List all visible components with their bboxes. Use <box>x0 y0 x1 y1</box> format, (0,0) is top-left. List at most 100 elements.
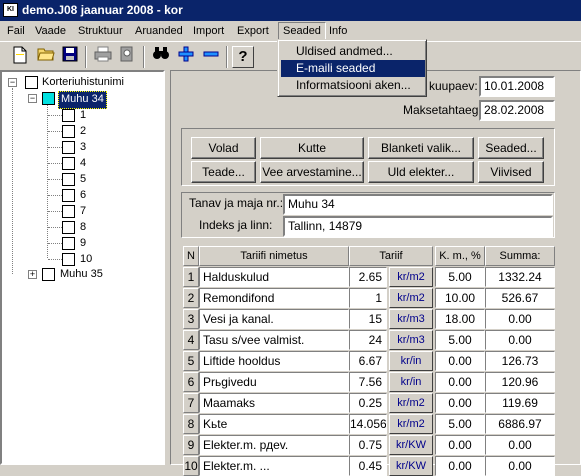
vat-cell[interactable]: 0.00 <box>435 435 485 455</box>
vat-cell[interactable]: 0.00 <box>435 372 485 392</box>
tree-node-apartment[interactable]: 1 <box>80 108 86 124</box>
unit-button[interactable]: kr/m2 <box>389 267 433 287</box>
minus-icon[interactable] <box>200 46 222 68</box>
tree-checkbox-apartment[interactable] <box>62 189 75 202</box>
tariff-value-cell[interactable]: 6.67 <box>349 351 387 371</box>
tree-checkbox-apartment[interactable] <box>62 173 75 186</box>
tree-panel[interactable]: − Korteriuhistunimi − Muhu 34 1234567891… <box>0 70 165 465</box>
vat-cell[interactable]: 5.00 <box>435 330 485 350</box>
tariff-value-cell[interactable]: 0.45 <box>349 456 387 476</box>
new-document-icon[interactable] <box>9 46 31 68</box>
tree-checkbox-apartment[interactable] <box>62 237 75 250</box>
unit-button[interactable]: kr/in <box>389 351 433 371</box>
open-folder-icon[interactable] <box>35 46 57 68</box>
menu-import[interactable]: Import <box>189 23 228 40</box>
tariff-value-cell[interactable]: 0.75 <box>349 435 387 455</box>
tree-checkbox-muhu34[interactable] <box>42 92 55 105</box>
teade-button[interactable]: Teade... <box>191 161 256 183</box>
unit-button[interactable]: kr/m3 <box>389 330 433 350</box>
tree-node-apartment[interactable]: 4 <box>80 156 86 172</box>
tariff-name-cell[interactable]: Kьte <box>199 414 349 434</box>
tariff-name-cell[interactable]: Remondifond <box>199 288 349 308</box>
tree-node-apartment[interactable]: 7 <box>80 204 86 220</box>
vee-arvestamine-button[interactable]: Vee arvestamine... <box>260 161 364 183</box>
kutte-arvestamine-button[interactable]: Kutte arvestamine... <box>260 137 364 175</box>
tree-node-apartment[interactable]: 5 <box>80 172 86 188</box>
preview-icon[interactable] <box>116 46 138 68</box>
print-icon[interactable] <box>92 46 114 68</box>
help-icon[interactable]: ? <box>232 46 254 68</box>
unit-button[interactable]: kr/m2 <box>389 393 433 413</box>
tariff-value-cell[interactable]: 14.056 <box>349 414 387 434</box>
collapse-icon[interactable]: − <box>28 94 37 103</box>
street-field[interactable]: Muhu 34 <box>283 194 553 215</box>
tree-node-apartment[interactable]: 3 <box>80 140 86 156</box>
menu-struktuur[interactable]: Struktuur <box>74 23 127 40</box>
vat-cell[interactable]: 0.00 <box>435 351 485 371</box>
tariff-value-cell[interactable]: 2.65 <box>349 267 387 287</box>
tariff-value-cell[interactable]: 0.25 <box>349 393 387 413</box>
tariff-name-cell[interactable]: Prьgivedu <box>199 372 349 392</box>
tree-checkbox-apartment[interactable] <box>62 253 75 266</box>
kuupaev-field[interactable]: 10.01.2008 <box>479 76 555 97</box>
tariff-value-cell[interactable]: 15 <box>349 309 387 329</box>
menu-item-email-seaded[interactable]: E-maili seaded <box>281 60 425 77</box>
tree-node-muhu35[interactable]: Muhu 35 <box>60 267 103 283</box>
index-field[interactable]: Tallinn, 14879 <box>283 216 553 237</box>
plus-icon[interactable] <box>175 46 197 68</box>
vat-cell[interactable]: 10.00 <box>435 288 485 308</box>
tree-node-apartment[interactable]: 10 <box>80 252 92 268</box>
tree-node-apartment[interactable]: 8 <box>80 220 86 236</box>
tree-node-apartment[interactable]: 9 <box>80 236 86 252</box>
seaded-button[interactable]: Seaded... <box>478 137 544 159</box>
unit-button[interactable]: kr/m2 <box>389 288 433 308</box>
tree-checkbox-apartment[interactable] <box>62 221 75 234</box>
unit-button[interactable]: kr/KW <box>389 435 433 455</box>
unit-button[interactable]: kr/KW <box>389 456 433 476</box>
tree-checkbox-muhu35[interactable] <box>42 268 55 281</box>
tree-checkbox-apartment[interactable] <box>62 141 75 154</box>
tariff-name-cell[interactable]: Liftide hooldus <box>199 351 349 371</box>
expand-icon[interactable]: + <box>28 270 37 279</box>
blanketi-valik-button[interactable]: Blanketi valik... <box>368 137 474 159</box>
tariff-value-cell[interactable]: 7.56 <box>349 372 387 392</box>
save-icon[interactable] <box>59 46 81 68</box>
menu-info[interactable]: Info <box>325 23 351 40</box>
tree-node-apartment[interactable]: 2 <box>80 124 86 140</box>
tariff-name-cell[interactable]: Halduskulud <box>199 267 349 287</box>
collapse-icon[interactable]: − <box>8 78 17 87</box>
unit-button[interactable]: kr/in <box>389 372 433 392</box>
tree-checkbox-apartment[interactable] <box>62 157 75 170</box>
tree-node-apartment[interactable]: 6 <box>80 188 86 204</box>
tree-node-muhu34[interactable]: Muhu 34 <box>58 91 107 109</box>
vat-cell[interactable]: 5.00 <box>435 267 485 287</box>
volad-button[interactable]: Volad <box>191 137 256 159</box>
tree-checkbox-root[interactable] <box>25 76 38 89</box>
uld-elekter-button[interactable]: Uld elekter... <box>368 161 474 183</box>
menu-fail[interactable]: Fail <box>3 23 29 40</box>
vat-cell[interactable]: 18.00 <box>435 309 485 329</box>
tree-node-root[interactable]: Korteriuhistunimi <box>42 75 124 91</box>
vat-cell[interactable]: 5.00 <box>435 414 485 434</box>
menu-aruanded[interactable]: Aruanded <box>131 23 187 40</box>
tree-checkbox-apartment[interactable] <box>62 125 75 138</box>
unit-button[interactable]: kr/m3 <box>389 309 433 329</box>
viivised-button[interactable]: Viivised <box>478 161 544 183</box>
tree-checkbox-apartment[interactable] <box>62 205 75 218</box>
menu-export[interactable]: Export <box>233 23 273 40</box>
tariff-value-cell[interactable]: 24 <box>349 330 387 350</box>
menu-item-informatsiooni-aken[interactable]: Informatsiooni aken... <box>281 77 425 94</box>
menu-item-uldised-andmed[interactable]: Uldised andmed... <box>281 43 425 60</box>
menu-vaade[interactable]: Vaade <box>31 23 70 40</box>
unit-button[interactable]: kr/m2 <box>389 414 433 434</box>
maksetahtaeg-field[interactable]: 28.02.2008 <box>479 100 555 121</box>
tariff-value-cell[interactable]: 1 <box>349 288 387 308</box>
tariff-name-cell[interactable]: Vesi ja kanal. <box>199 309 349 329</box>
binoculars-icon[interactable] <box>150 46 172 68</box>
vat-cell[interactable]: 0.00 <box>435 456 485 476</box>
tariff-name-cell[interactable]: Tasu s/vee valmist. <box>199 330 349 350</box>
tariff-name-cell[interactable]: Maamaks <box>199 393 349 413</box>
vat-cell[interactable]: 0.00 <box>435 393 485 413</box>
tree-checkbox-apartment[interactable] <box>62 109 75 122</box>
tariff-name-cell[interactable]: Elekter.m. рдev. <box>199 435 349 455</box>
